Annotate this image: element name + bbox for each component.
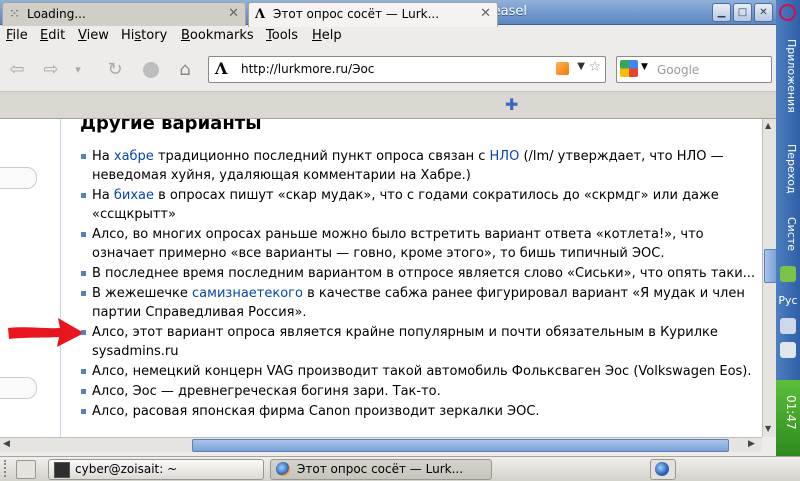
horizontal-scrollbar[interactable]: ◀ ▶ xyxy=(0,437,762,452)
site-favicon-icon: Λ xyxy=(215,59,228,78)
link-samiznaetekogo[interactable]: самизнаетекого xyxy=(192,286,303,301)
scroll-right-icon[interactable]: ▶ xyxy=(748,439,755,449)
browser-window: Этот опрос сосёт — Lurkmore - Iceweasel … xyxy=(0,0,776,456)
url-input[interactable]: http://lurkmore.ru/Эос xyxy=(241,62,374,76)
maximize-button[interactable]: □ xyxy=(733,3,752,22)
task-browser[interactable]: Этот опрос сосёт — Lurk... xyxy=(270,459,492,480)
left-sidebar xyxy=(0,119,61,437)
url-dropdown-icon[interactable]: ▼ xyxy=(577,61,585,72)
page-content: Другие варианты На хабре традиционно пос… xyxy=(0,119,762,437)
taskbar: cyber@zoisait: ~ Этот опрос сосёт — Lurk… xyxy=(0,456,800,481)
horizontal-scroll-thumb[interactable] xyxy=(192,439,729,452)
scroll-left-icon[interactable]: ◀ xyxy=(3,439,10,449)
scroll-down-icon[interactable]: ▼ xyxy=(765,424,771,433)
menu-tools[interactable]: Tools xyxy=(266,28,298,43)
red-arrow-annotation xyxy=(8,318,84,347)
link-bihay[interactable]: бихае xyxy=(114,188,154,203)
vertical-scroll-thumb[interactable] xyxy=(764,249,776,283)
list-item: Алсо, Эос — древнегреческая богиня зари.… xyxy=(81,382,758,401)
show-desktop-icon[interactable] xyxy=(16,460,36,479)
menu-bookmarks[interactable]: Bookmarks xyxy=(181,28,254,43)
minimize-button[interactable]: ▁ xyxy=(712,3,731,22)
battery-icon xyxy=(780,342,796,358)
rss-feed-icon[interactable] xyxy=(556,62,569,75)
task-label: cyber@zoisait: ~ xyxy=(75,462,178,476)
lurkmore-favicon-icon: Λ xyxy=(255,7,266,22)
engine-dropdown-icon[interactable]: ▼ xyxy=(641,62,648,72)
tab-label: Loading... xyxy=(27,7,86,21)
clock[interactable]: 01:47 xyxy=(778,388,798,436)
loading-throbber-icon: ⁙ xyxy=(9,7,20,22)
applications-menu[interactable]: Приложения xyxy=(778,28,798,123)
list-item: Алсо, немецкий концерн VAG производит та… xyxy=(81,362,758,381)
vertical-scrollbar[interactable]: ▲ ▼ xyxy=(762,119,776,437)
forward-icon[interactable]: ⇨ xyxy=(38,57,64,83)
close-button[interactable]: ✕ xyxy=(754,3,773,22)
tab-lurkmore[interactable]: Λ Этот опрос сосёт — Lurk... ✕ xyxy=(248,2,498,27)
iceweasel-task-icon xyxy=(276,462,290,476)
link-habr[interactable]: хабре xyxy=(114,149,154,164)
home-icon[interactable]: ⌂ xyxy=(172,57,198,83)
terminal-icon xyxy=(54,462,70,478)
stop-icon[interactable] xyxy=(138,57,164,83)
menu-history[interactable]: History xyxy=(121,28,167,43)
close-tab-icon[interactable]: ✕ xyxy=(480,6,491,21)
sidebar-pill[interactable] xyxy=(0,167,37,189)
keyboard-layout[interactable]: Рус xyxy=(776,294,800,307)
close-tab-icon[interactable]: ✕ xyxy=(228,6,239,21)
bookmark-star-icon[interactable]: ☆ xyxy=(588,59,601,75)
bullet-list: На хабре традиционно последний пункт опр… xyxy=(81,147,758,422)
desktop-side-panel: Приложения Переход Систе Рус 01:47 xyxy=(776,0,800,456)
link-nlo[interactable]: НЛО xyxy=(490,149,520,164)
google-engine-icon[interactable] xyxy=(620,60,638,77)
debian-icon[interactable] xyxy=(779,4,796,21)
list-item: В жежешечке самизнаетекого в качестве са… xyxy=(81,284,758,322)
url-bar[interactable]: Λ http://lurkmore.ru/Эос ▼ ☆ xyxy=(208,56,606,83)
list-item: На хабре традиционно последний пункт опр… xyxy=(81,147,758,185)
search-tray-icon[interactable] xyxy=(780,318,796,334)
history-dropdown-icon[interactable]: ▾ xyxy=(70,57,86,83)
back-icon[interactable]: ⇦ xyxy=(4,57,30,83)
places-menu[interactable]: Переход xyxy=(778,134,798,204)
network-icon[interactable] xyxy=(780,266,796,282)
menu-bar: File Edit View History Bookmarks Tools H… xyxy=(0,25,776,47)
section-heading: Другие варианты xyxy=(80,119,262,134)
task-label: Этот опрос сосёт — Lurk... xyxy=(297,462,464,476)
workspace-window-icon xyxy=(655,462,669,476)
list-item: Алсо, расовая японская фирма Canon произ… xyxy=(81,402,758,421)
list-item: В последнее время последним вариантом в … xyxy=(81,264,758,283)
search-input[interactable] xyxy=(655,60,769,80)
system-menu[interactable]: Систе xyxy=(778,210,798,258)
list-item: Алсо, этот вариант опроса является крайн… xyxy=(81,323,758,361)
menu-help[interactable]: Help xyxy=(312,28,342,43)
menu-view[interactable]: View xyxy=(78,28,109,43)
tab-label: Этот опрос сосёт — Lurk... xyxy=(273,7,440,21)
workspace-switcher[interactable] xyxy=(650,459,676,480)
scroll-up-icon[interactable]: ▲ xyxy=(765,121,771,130)
list-item: На бихае в опросах пишут «скар мудак», ч… xyxy=(81,186,758,224)
list-item: Алсо, во многих опросах раньше можно был… xyxy=(81,225,758,263)
sidebar-pill[interactable] xyxy=(0,377,37,399)
tab-bar xyxy=(0,92,776,119)
tab-loading[interactable]: ⁙ Loading... ✕ xyxy=(2,2,246,26)
task-terminal[interactable]: cyber@zoisait: ~ xyxy=(48,459,264,480)
menu-file[interactable]: File xyxy=(6,28,28,43)
search-bar: ▼ xyxy=(616,56,772,83)
new-tab-plus-icon[interactable]: ✚ xyxy=(505,95,518,114)
reload-icon[interactable]: ↻ xyxy=(102,57,128,83)
menu-edit[interactable]: Edit xyxy=(40,28,65,43)
